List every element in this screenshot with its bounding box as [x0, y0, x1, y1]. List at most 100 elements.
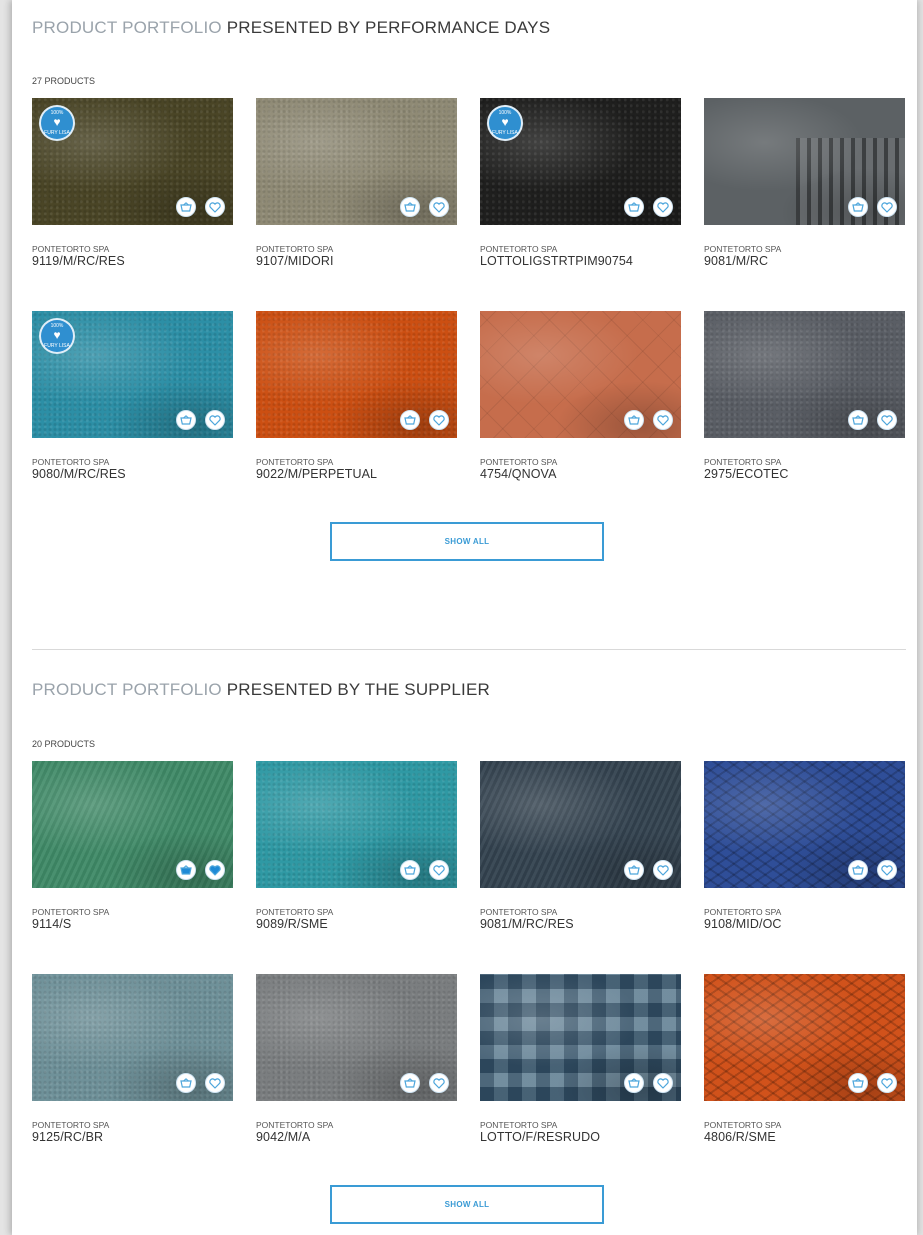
product-image[interactable] [480, 761, 681, 888]
product-supplier: PONTETORTO SPA [256, 244, 334, 254]
product-code[interactable]: 9125/RC/BR [32, 1130, 233, 1144]
product-card[interactable]: PONTETORTO SPA 2975/ECOTEC [704, 311, 905, 481]
basket-icon[interactable] [400, 860, 420, 880]
product-code[interactable]: 9022/M/PERPETUAL [256, 467, 457, 481]
product-supplier: PONTETORTO SPA [480, 457, 558, 467]
product-image[interactable] [704, 761, 905, 888]
fabric-sheen [256, 761, 457, 888]
product-card[interactable]: 100% ♥ FURY LISA PONTETORTO SPA LOTTOLIGSTRT… [480, 98, 681, 268]
product-card[interactable]: 100% ♥ FURY LISA PONTETORTO SPA 9080/M/RC/RE… [32, 311, 233, 481]
product-image[interactable] [704, 974, 905, 1101]
product-code[interactable]: 4754/QNOVA [480, 467, 681, 481]
product-image[interactable]: 100% ♥ FURY LISA [32, 311, 233, 438]
product-image[interactable] [256, 974, 457, 1101]
product-image[interactable]: 100% ♥ FURY LISA [480, 98, 681, 225]
product-image[interactable] [256, 761, 457, 888]
product-card[interactable]: PONTETORTO SPA 4754/QNOVA [480, 311, 681, 481]
product-card[interactable]: PONTETORTO SPA 4806/R/SME [704, 974, 905, 1144]
heart-icon[interactable] [205, 197, 225, 217]
product-card[interactable]: 100% ♥ FURY LISA PONTETORTO SPA 9119/M/RC/RE… [32, 98, 233, 268]
product-code[interactable]: 2975/ECOTEC [704, 467, 905, 481]
product-card[interactable]: PONTETORTO SPA LOTTO/F/RESRUDO [480, 974, 681, 1144]
product-supplier: PONTETORTO SPA [704, 907, 782, 917]
product-code[interactable]: 9081/M/RC/RES [480, 917, 681, 931]
product-supplier: PONTETORTO SPA [704, 457, 782, 467]
product-image[interactable] [32, 974, 233, 1101]
heart-icon[interactable] [877, 860, 897, 880]
basket-icon[interactable] [624, 860, 644, 880]
product-code[interactable]: 9081/M/RC [704, 254, 905, 268]
product-code[interactable]: 9080/M/RC/RES [32, 467, 233, 481]
product-card[interactable]: PONTETORTO SPA 9081/M/RC/RES [480, 761, 681, 931]
basket-icon[interactable] [176, 197, 196, 217]
product-card[interactable]: PONTETORTO SPA 9089/R/SME [256, 761, 457, 931]
show-all-button[interactable]: SHOW ALL [330, 522, 604, 561]
product-code[interactable]: 4806/R/SME [704, 1130, 905, 1144]
heart-icon[interactable] [653, 1073, 673, 1093]
product-image[interactable] [256, 311, 457, 438]
product-code[interactable]: LOTTO/F/RESRUDO [480, 1130, 681, 1144]
heart-icon[interactable] [205, 410, 225, 430]
heart-icon[interactable] [429, 1073, 449, 1093]
basket-icon[interactable] [848, 197, 868, 217]
product-image[interactable] [704, 311, 905, 438]
product-code[interactable]: 9114/S [32, 917, 233, 931]
heart-icon[interactable] [653, 860, 673, 880]
basket-icon[interactable] [624, 197, 644, 217]
basket-icon[interactable] [176, 410, 196, 430]
product-code[interactable]: 9107/MIDORI [256, 254, 457, 268]
product-code[interactable]: 9119/M/RC/RES [32, 254, 233, 268]
basket-icon[interactable] [848, 1073, 868, 1093]
heart-icon[interactable] [877, 197, 897, 217]
heart-icon[interactable] [877, 1073, 897, 1093]
section-heading: PRODUCT PORTFOLIO PRESENTED BY THE SUPPL… [32, 680, 490, 700]
basket-icon[interactable] [400, 1073, 420, 1093]
badge-bottom-text: FURY LISA [44, 130, 70, 136]
heart-icon[interactable] [877, 410, 897, 430]
product-image[interactable] [480, 311, 681, 438]
product-card[interactable]: PONTETORTO SPA 9125/RC/BR [32, 974, 233, 1144]
basket-icon[interactable] [848, 860, 868, 880]
product-card[interactable]: PONTETORTO SPA 9081/M/RC [704, 98, 905, 268]
product-code[interactable]: LOTTOLIGSTRTPIM90754 [480, 254, 681, 268]
basket-icon[interactable] [400, 410, 420, 430]
product-image[interactable]: 100% ♥ FURY LISA [32, 98, 233, 225]
fabric-sheen [704, 98, 905, 225]
basket-icon[interactable] [624, 410, 644, 430]
fabric-sheen [704, 974, 905, 1101]
fabric-sheen [704, 761, 905, 888]
product-supplier: PONTETORTO SPA [256, 907, 334, 917]
basket-icon[interactable] [400, 197, 420, 217]
product-image[interactable] [704, 98, 905, 225]
basket-icon[interactable] [176, 1073, 196, 1093]
fabric-sheen [480, 311, 681, 438]
heart-icon: ♥ [53, 115, 61, 129]
product-card[interactable]: PONTETORTO SPA 9042/M/A [256, 974, 457, 1144]
heart-icon[interactable] [429, 860, 449, 880]
heart-icon[interactable] [429, 410, 449, 430]
product-image[interactable] [256, 98, 457, 225]
product-card[interactable]: PONTETORTO SPA 9114/S [32, 761, 233, 931]
product-card[interactable]: PONTETORTO SPA 9022/M/PERPETUAL [256, 311, 457, 481]
fabric-sheen [256, 311, 457, 438]
product-supplier: PONTETORTO SPA [32, 907, 110, 917]
product-image[interactable] [480, 974, 681, 1101]
basket-icon[interactable] [176, 860, 196, 880]
product-card[interactable]: PONTETORTO SPA 9107/MIDORI [256, 98, 457, 268]
product-code[interactable]: 9108/MID/OC [704, 917, 905, 931]
product-code[interactable]: 9042/M/A [256, 1130, 457, 1144]
product-image[interactable] [32, 761, 233, 888]
certification-badge: 100% ♥ FURY LISA [39, 105, 75, 141]
fabric-sheen [256, 98, 457, 225]
heart-icon[interactable] [205, 1073, 225, 1093]
basket-icon[interactable] [848, 410, 868, 430]
product-code[interactable]: 9089/R/SME [256, 917, 457, 931]
show-all-button[interactable]: SHOW ALL [330, 1185, 604, 1224]
heart-icon[interactable] [205, 860, 225, 880]
heart-icon[interactable] [429, 197, 449, 217]
heart-icon[interactable] [653, 410, 673, 430]
section-heading: PRODUCT PORTFOLIO PRESENTED BY PERFORMAN… [32, 18, 550, 38]
heart-icon[interactable] [653, 197, 673, 217]
basket-icon[interactable] [624, 1073, 644, 1093]
product-card[interactable]: PONTETORTO SPA 9108/MID/OC [704, 761, 905, 931]
